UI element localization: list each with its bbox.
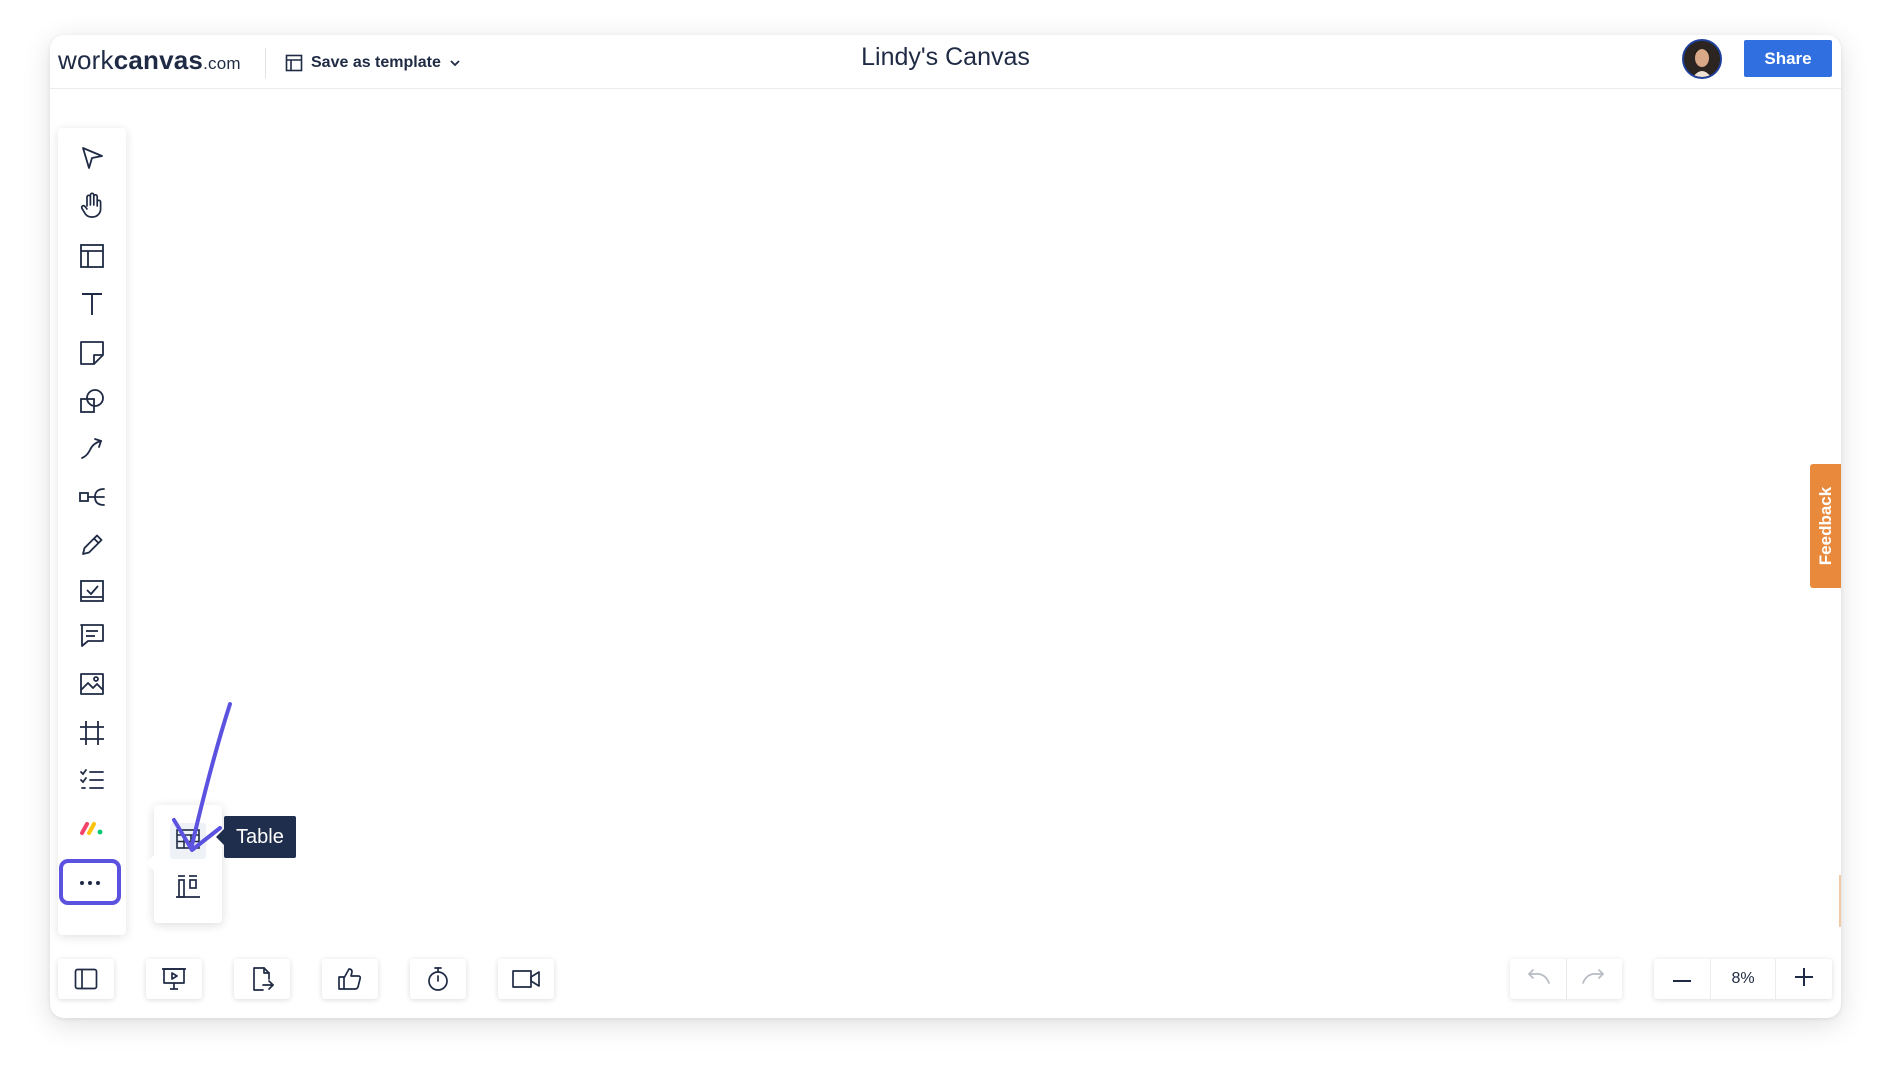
template-tool[interactable]	[72, 236, 112, 276]
image-icon	[79, 671, 105, 697]
text-tool[interactable]	[72, 284, 112, 324]
sticky-note-icon	[79, 340, 105, 366]
mind-map-tool[interactable]	[72, 477, 112, 517]
hand-tool[interactable]	[72, 186, 112, 226]
vote-thumbs-up-icon	[337, 966, 363, 992]
canvas-title[interactable]: Lindy's Canvas	[50, 43, 1841, 72]
checklist-tool[interactable]	[72, 760, 112, 800]
more-tools-button[interactable]	[59, 859, 121, 905]
video-call-button[interactable]	[498, 959, 554, 999]
shapes-icon	[79, 388, 105, 414]
presentation-icon	[161, 966, 187, 992]
select-pointer-icon	[79, 145, 105, 171]
minus-icon	[1672, 970, 1692, 988]
user-avatar[interactable]	[1682, 39, 1722, 79]
connector-tool[interactable]	[72, 429, 112, 469]
comment-icon	[79, 623, 105, 649]
video-call-icon	[511, 968, 541, 990]
zoom-in-button[interactable]	[1776, 959, 1832, 999]
frame-tool[interactable]	[72, 713, 112, 753]
edge-widget-marker[interactable]	[1839, 875, 1841, 927]
zoom-out-button[interactable]	[1654, 959, 1710, 999]
text-icon	[79, 291, 105, 317]
history-controls	[1510, 959, 1622, 999]
sidebar-toggle-button[interactable]	[58, 959, 114, 999]
checklist-icon	[79, 768, 105, 792]
app-window: workcanvas.com Save as template Lindy's …	[50, 35, 1841, 1018]
zoom-level[interactable]: 8%	[1710, 959, 1776, 999]
more-dots-icon	[78, 873, 102, 891]
redo-button[interactable]	[1565, 959, 1623, 999]
redo-icon	[1581, 968, 1607, 991]
feedback-tab[interactable]: Feedback	[1810, 464, 1841, 588]
export-button[interactable]	[234, 959, 290, 999]
sidebar-toggle-icon	[74, 968, 98, 990]
sticky-note-tool[interactable]	[72, 333, 112, 373]
connector-line-icon	[79, 436, 105, 462]
image-tool[interactable]	[72, 664, 112, 704]
popup-caret	[146, 855, 154, 871]
feedback-label: Feedback	[1816, 486, 1836, 566]
top-header: workcanvas.com Save as template Lindy's …	[50, 35, 1841, 89]
presentation-button[interactable]	[146, 959, 202, 999]
comment-tool[interactable]	[72, 616, 112, 656]
vote-button[interactable]	[322, 959, 378, 999]
frame-icon	[79, 720, 105, 746]
zoom-controls: 8%	[1654, 959, 1832, 999]
undo-button[interactable]	[1510, 959, 1566, 999]
pen-tool[interactable]	[72, 525, 112, 565]
timer-button[interactable]	[410, 959, 466, 999]
select-tool[interactable]	[72, 138, 112, 178]
kanban-icon	[175, 873, 201, 904]
monday-app-icon	[79, 817, 105, 837]
hand-pan-icon	[79, 192, 105, 220]
pen-icon	[79, 532, 105, 558]
task-card-icon	[79, 579, 105, 603]
template-layout-icon	[79, 243, 105, 269]
left-toolbar	[58, 128, 126, 935]
undo-icon	[1525, 968, 1551, 991]
kanban-tool[interactable]	[170, 870, 206, 906]
mind-map-icon	[78, 484, 106, 510]
monday-integration-tool[interactable]	[72, 807, 112, 847]
export-file-icon	[249, 966, 275, 992]
timer-icon	[425, 966, 451, 992]
share-button[interactable]: Share	[1744, 40, 1832, 77]
task-card-tool[interactable]	[72, 571, 112, 611]
shapes-tool[interactable]	[72, 381, 112, 421]
plus-icon	[1794, 967, 1814, 992]
annotation-arrow	[172, 702, 232, 852]
